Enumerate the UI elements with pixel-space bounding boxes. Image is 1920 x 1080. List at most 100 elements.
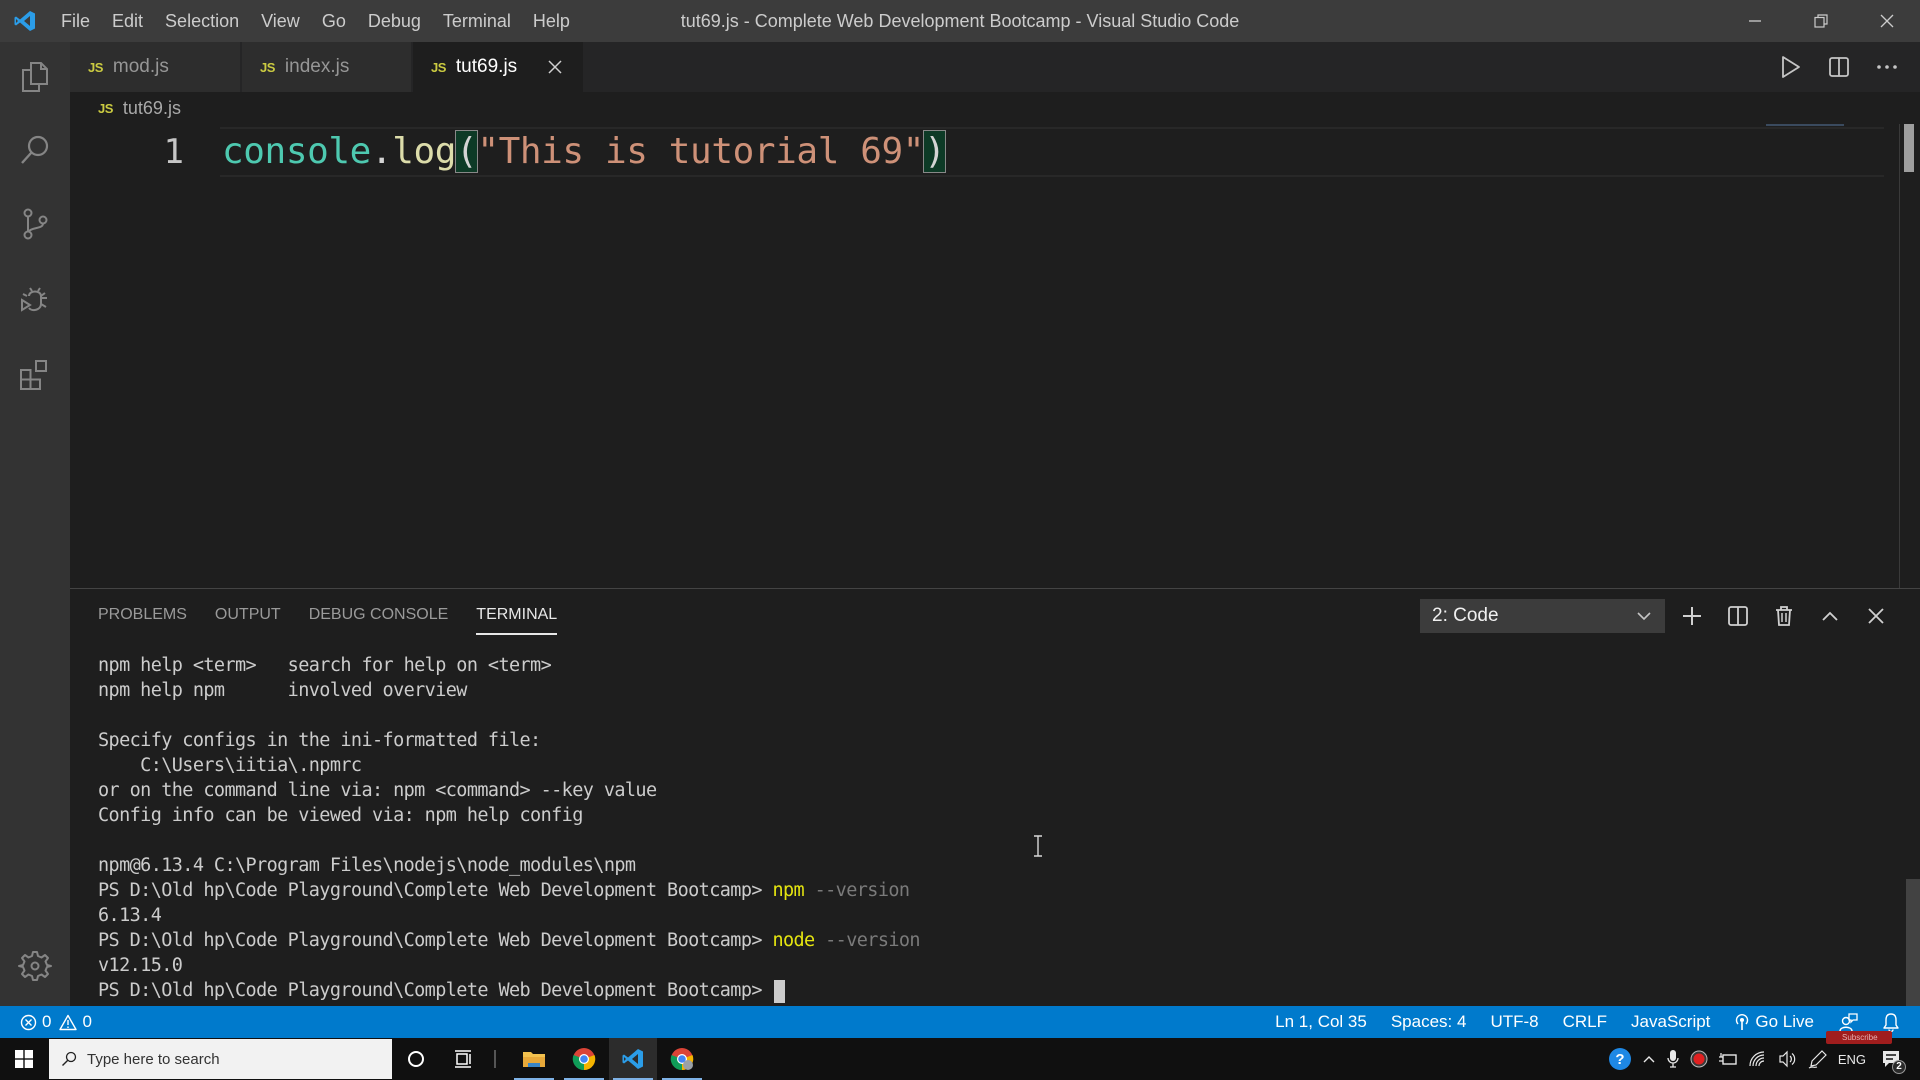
power-icon[interactable] xyxy=(1718,1051,1738,1067)
menu-edit[interactable]: Edit xyxy=(101,0,154,42)
terminal-command: npm xyxy=(772,880,805,901)
run-button[interactable] xyxy=(1778,54,1804,80)
menu-file[interactable]: File xyxy=(50,0,101,42)
menu-help[interactable]: Help xyxy=(522,0,581,42)
error-icon xyxy=(20,1014,37,1030)
terminal-line: C:\Users\iitia\.npmrc xyxy=(98,753,1878,778)
task-view-icon xyxy=(455,1050,471,1068)
line-number: 1 xyxy=(163,132,184,172)
indentation[interactable]: Spaces: 4 xyxy=(1391,1012,1467,1032)
activity-explorer[interactable] xyxy=(0,47,70,107)
split-terminal-icon xyxy=(1728,606,1748,626)
activity-source-control[interactable] xyxy=(0,194,70,254)
cortana-button[interactable] xyxy=(392,1038,440,1080)
file-explorer-button[interactable] xyxy=(510,1038,558,1080)
task-view-button[interactable] xyxy=(440,1038,488,1080)
more-actions-button[interactable] xyxy=(1874,54,1900,80)
input-language[interactable]: ENG xyxy=(1838,1052,1866,1067)
vscode-taskbar-button[interactable] xyxy=(609,1038,657,1080)
close-window-button[interactable] xyxy=(1854,0,1920,42)
close-panel-button[interactable] xyxy=(1864,604,1888,628)
terminal-argument: --version xyxy=(804,880,910,901)
tab-close-button[interactable] xyxy=(545,57,565,77)
notifications-button[interactable] xyxy=(1882,1012,1900,1032)
files-icon xyxy=(22,62,48,92)
microphone-icon[interactable] xyxy=(1666,1049,1680,1069)
menu-view[interactable]: View xyxy=(250,0,311,42)
record-icon[interactable] xyxy=(1690,1050,1708,1068)
help-icon[interactable]: ? xyxy=(1608,1047,1632,1071)
wifi-icon[interactable] xyxy=(1748,1050,1768,1068)
pen-icon[interactable] xyxy=(1808,1049,1828,1069)
activity-manage[interactable] xyxy=(0,936,70,996)
minimize-button[interactable] xyxy=(1722,0,1788,42)
split-terminal-button[interactable] xyxy=(1726,604,1750,628)
cortana-icon xyxy=(408,1051,424,1067)
maximize-panel-button[interactable] xyxy=(1818,604,1842,628)
subscribe-overlay-badge[interactable]: Subscribe xyxy=(1826,1031,1892,1044)
breadcrumb: JS tut69.js xyxy=(70,92,1920,124)
taskbar-divider xyxy=(494,1050,496,1068)
encoding[interactable]: UTF-8 xyxy=(1490,1012,1538,1032)
tab-output[interactable]: OUTPUT xyxy=(215,589,281,641)
chrome-button[interactable] xyxy=(560,1038,608,1080)
menu-terminal[interactable]: Terminal xyxy=(432,0,522,42)
overview-ruler xyxy=(1899,124,1900,588)
action-center-button[interactable]: 2 xyxy=(1876,1044,1906,1074)
tab-terminal[interactable]: TERMINAL xyxy=(476,589,557,641)
breadcrumb-file[interactable]: tut69.js xyxy=(123,98,181,119)
restore-button[interactable] xyxy=(1788,0,1854,42)
volume-icon[interactable] xyxy=(1778,1050,1798,1068)
terminal-line: or on the command line via: npm <command… xyxy=(98,778,1878,803)
chrome-profile-button[interactable] xyxy=(658,1038,706,1080)
terminal-output[interactable]: npm help <term> search for help on <term… xyxy=(98,653,1878,1003)
editor-scrollbar[interactable] xyxy=(1904,124,1914,172)
chevron-up-icon[interactable] xyxy=(1642,1052,1656,1066)
language-mode[interactable]: JavaScript xyxy=(1631,1012,1710,1032)
js-file-icon: JS xyxy=(88,59,103,75)
taskbar-search-box[interactable]: Type here to search xyxy=(49,1039,392,1079)
token-close-paren: ) xyxy=(923,130,947,173)
subscribe-overlay-label: Subscribe xyxy=(1842,1033,1878,1042)
tab-tut69-js[interactable]: JS tut69.js xyxy=(413,42,583,92)
activity-debug[interactable] xyxy=(0,270,70,330)
line-endings[interactable]: CRLF xyxy=(1563,1012,1607,1032)
search-icon xyxy=(62,1051,77,1066)
split-editor-button[interactable] xyxy=(1826,54,1852,80)
activity-search[interactable] xyxy=(0,120,70,180)
taskbar-search-placeholder: Type here to search xyxy=(87,1050,220,1068)
tab-label: mod.js xyxy=(112,56,169,77)
trash-icon xyxy=(1776,606,1792,626)
menu-debug[interactable]: Debug xyxy=(357,0,432,42)
code-editor[interactable]: 1 console.log("This is tutorial 69") xyxy=(70,124,1920,588)
menu-selection[interactable]: Selection xyxy=(154,0,250,42)
activity-extensions[interactable] xyxy=(0,345,70,405)
cursor-position[interactable]: Ln 1, Col 35 xyxy=(1275,1012,1367,1032)
chrome-icon xyxy=(572,1048,596,1071)
terminal-select-dropdown[interactable]: 2: Code xyxy=(1420,599,1665,633)
panel-actions xyxy=(1680,599,1888,633)
tab-problems[interactable]: PROBLEMS xyxy=(98,589,187,641)
problems-status[interactable]: 0 0 xyxy=(20,1012,92,1032)
token-object: console xyxy=(222,131,371,172)
minimap[interactable] xyxy=(1766,124,1844,126)
feedback-button[interactable] xyxy=(1838,1012,1858,1032)
split-editor-icon xyxy=(1829,57,1849,77)
terminal-scrollbar[interactable] xyxy=(1906,879,1920,1007)
windows-taskbar: Type here to search ? ENG 2 xyxy=(0,1038,1920,1080)
js-file-icon: JS xyxy=(431,59,446,75)
start-button[interactable] xyxy=(0,1038,48,1080)
chevron-up-icon xyxy=(1822,611,1838,621)
debug-icon xyxy=(21,287,47,312)
notification-count: 2 xyxy=(1892,1060,1906,1074)
extensions-icon xyxy=(20,360,47,390)
menu-go[interactable]: Go xyxy=(311,0,357,42)
new-terminal-button[interactable] xyxy=(1680,604,1704,628)
tab-index-js[interactable]: JS index.js xyxy=(242,42,411,92)
tab-debug-console[interactable]: DEBUG CONSOLE xyxy=(309,589,449,641)
kill-terminal-button[interactable] xyxy=(1772,604,1796,628)
code-line[interactable]: console.log("This is tutorial 69") xyxy=(222,128,947,176)
tab-mod-js[interactable]: JS mod.js xyxy=(70,42,240,92)
go-live-button[interactable]: Go Live xyxy=(1734,1012,1814,1032)
more-actions-icon xyxy=(1877,65,1897,69)
